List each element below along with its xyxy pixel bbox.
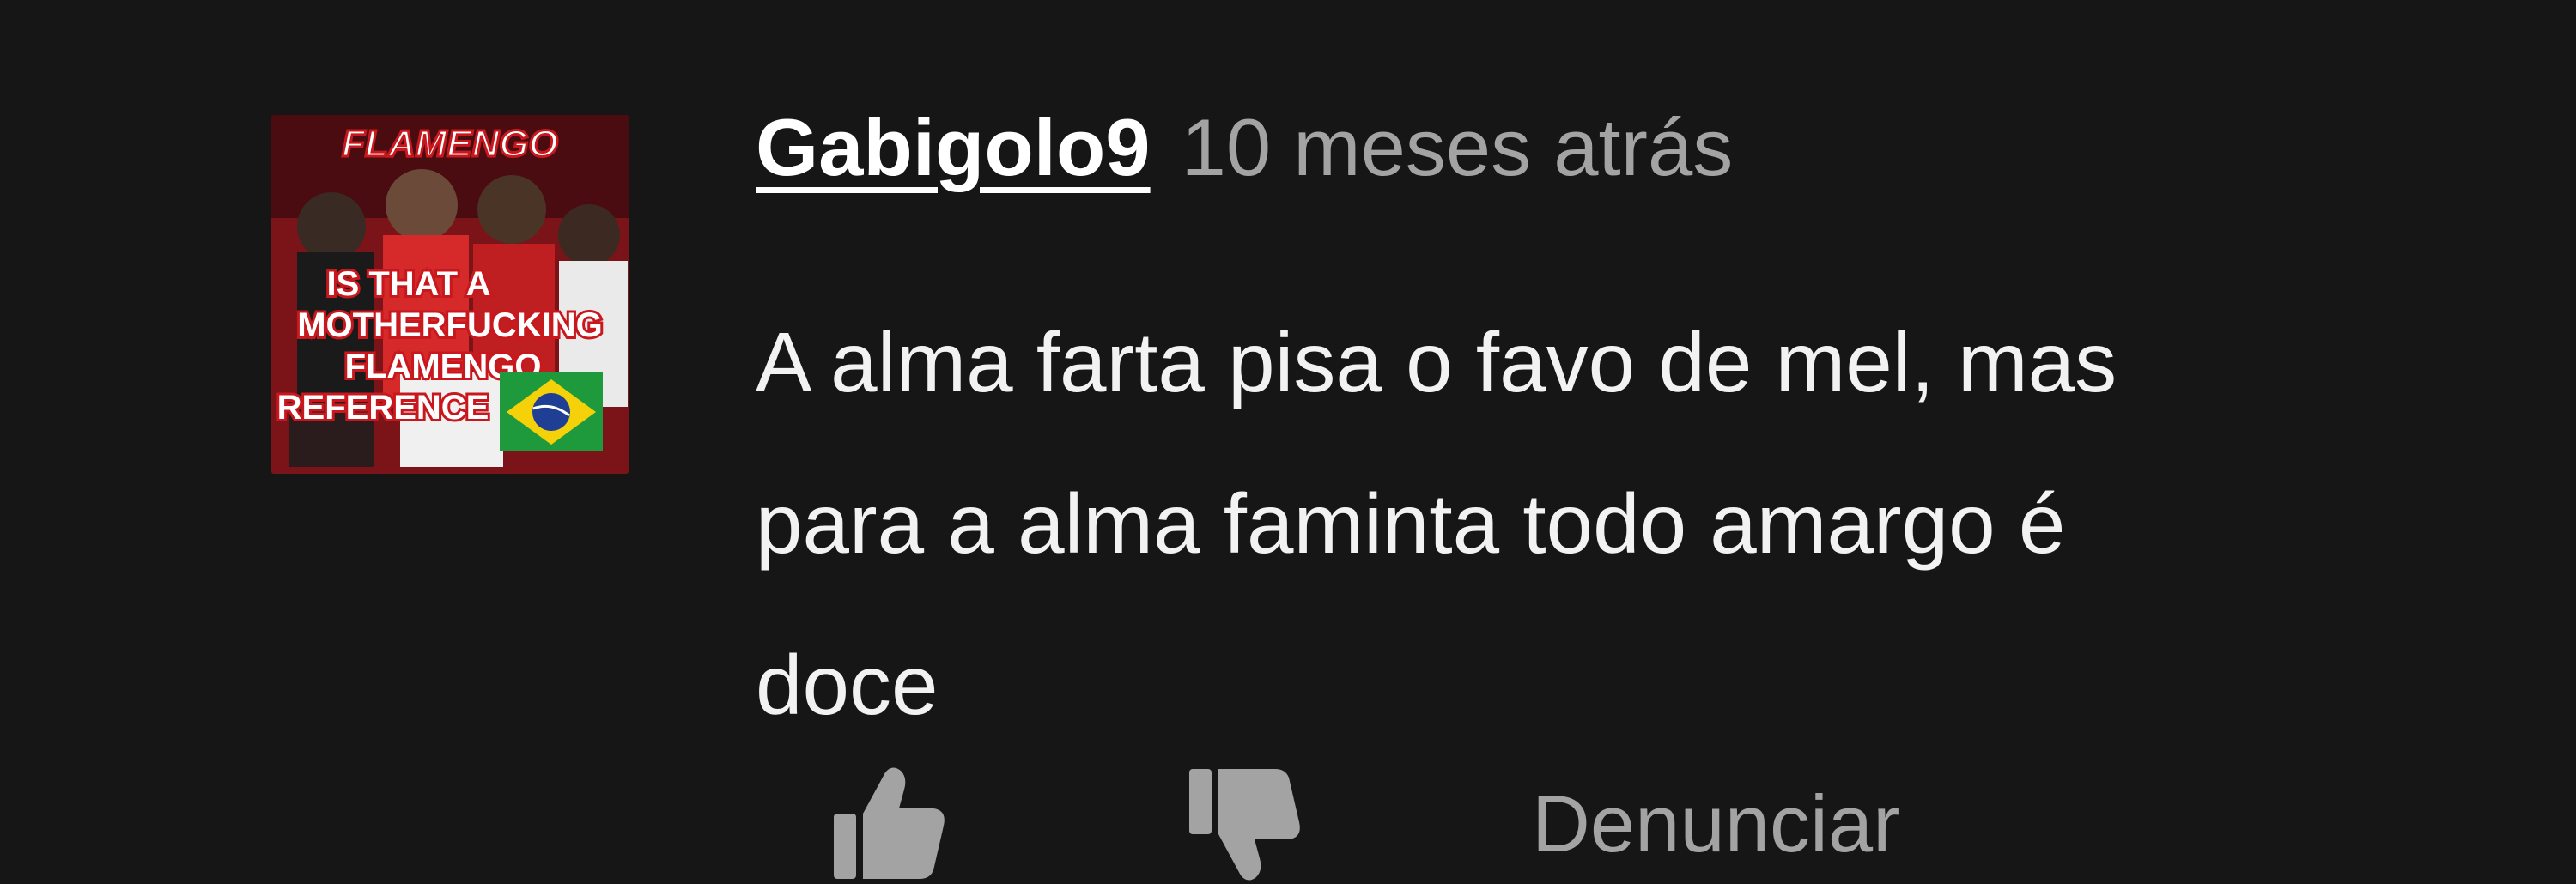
avatar-caption-line: MOTHERFUCKING <box>297 306 603 344</box>
comment-timestamp: 10 meses atrás <box>1181 102 1734 192</box>
thumbs-down-icon <box>1189 769 1300 881</box>
comment-header: Gabigolo9 10 meses atrás <box>756 101 1733 213</box>
comment-item: FLAMENGO IS THAT A MOTHERFUCKING FLAMENG… <box>0 0 2576 881</box>
user-avatar[interactable]: FLAMENGO IS THAT A MOTHERFUCKING FLAMENG… <box>271 115 629 474</box>
avatar-caption-line: IS THAT A <box>326 265 490 303</box>
report-button[interactable]: Denunciar <box>1532 764 1899 884</box>
comment-actions: Denunciar <box>824 764 1899 884</box>
comment-text-line: para a alma faminta todo amargo é <box>756 476 2066 571</box>
brazil-flag-icon <box>500 372 603 451</box>
avatar-title: FLAMENGO <box>342 123 558 165</box>
comment-text-line: A alma farta pisa o favo de mel, mas <box>756 315 2117 409</box>
dislike-button[interactable] <box>1180 764 1309 884</box>
thumbs-up-icon <box>834 767 945 879</box>
avatar-image: FLAMENGO IS THAT A MOTHERFUCKING FLAMENG… <box>271 115 629 474</box>
author-link[interactable]: Gabigolo9 <box>756 101 1151 194</box>
comment-body: A alma farta pisa o favo de mel, mas par… <box>756 282 2456 766</box>
avatar-caption-line: REFERENCE <box>277 389 489 427</box>
comment-text-line: doce <box>756 638 939 732</box>
like-button[interactable] <box>824 764 953 884</box>
